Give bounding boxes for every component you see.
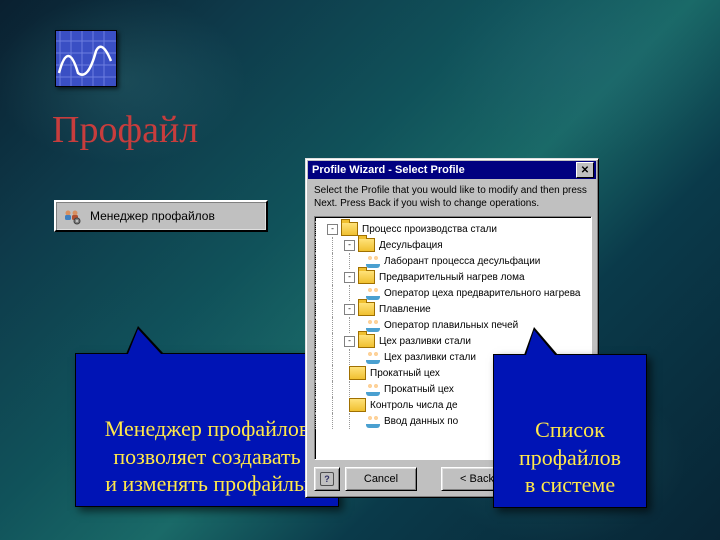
tree-toggle-icon[interactable]: - (344, 272, 355, 283)
tree-item-label: Прокатный цех (369, 368, 440, 379)
callout-right-text: Список профайлов в системе (519, 417, 621, 497)
user-role-icon (366, 318, 380, 332)
folder-icon (358, 334, 375, 348)
tree-item-label: Лаборант процесса десульфации (383, 256, 540, 267)
tree-folder[interactable]: - Плавление (315, 301, 591, 317)
help-button[interactable]: ? (314, 467, 340, 491)
tree-folder[interactable]: - Предварительный нагрев лома (315, 269, 591, 285)
user-role-icon (366, 350, 380, 364)
tree-toggle-icon[interactable]: - (344, 304, 355, 315)
tree-item-label: Цех разливки стали (378, 336, 471, 347)
tree-toggle-icon[interactable]: - (327, 224, 338, 235)
close-icon: ✕ (581, 165, 589, 176)
tree-item-label: Оператор цеха предварительного нагрева (383, 288, 580, 299)
callout-left-text: Менеджер профайлов позволяет создавать и… (105, 416, 310, 496)
tree-item-label: Цех разливки стали (383, 352, 476, 363)
user-role-icon (366, 382, 380, 396)
tree-role[interactable]: Лаборант процесса десульфации (315, 253, 591, 269)
folder-icon (349, 398, 366, 412)
profile-manager-label: Менеджер профайлов (90, 209, 215, 223)
tree-item-label: Десульфация (378, 240, 443, 251)
folder-icon (341, 222, 358, 236)
user-role-icon (366, 254, 380, 268)
tree-folder[interactable]: - Процесс производства стали (315, 221, 591, 237)
tree-toggle-icon[interactable]: - (344, 336, 355, 347)
wizard-instruction: Select the Profile that you would like t… (314, 185, 590, 210)
app-logo (55, 30, 117, 87)
close-button[interactable]: ✕ (576, 162, 594, 178)
tree-folder[interactable]: - Десульфация (315, 237, 591, 253)
user-role-icon (366, 286, 380, 300)
help-icon: ? (320, 472, 334, 486)
page-title: Профайл (52, 108, 198, 152)
cancel-button[interactable]: Cancel (345, 467, 417, 491)
tree-item-label: Ввод данных по (383, 416, 458, 427)
profile-manager-button[interactable]: Менеджер профайлов (54, 200, 268, 232)
tree-item-label: Оператор плавильных печей (383, 320, 518, 331)
tree-role[interactable]: Оператор цеха предварительного нагрева (315, 285, 591, 301)
folder-icon (358, 270, 375, 284)
folder-icon (358, 302, 375, 316)
tree-item-label: Прокатный цех (383, 384, 454, 395)
people-cog-icon (62, 206, 82, 226)
user-role-icon (366, 414, 380, 428)
tree-toggle-icon[interactable]: - (344, 240, 355, 251)
tree-item-label: Контроль числа де (369, 400, 458, 411)
callout-mgr-description: Менеджер профайлов позволяет создавать и… (75, 353, 339, 507)
tree-item-label: Процесс производства стали (361, 224, 497, 235)
callout-list-description: Список профайлов в системе (493, 354, 647, 508)
wizard-title-text: Profile Wizard - Select Profile (312, 164, 465, 176)
titlebar[interactable]: Profile Wizard - Select Profile ✕ (308, 161, 596, 179)
folder-icon (349, 366, 366, 380)
folder-icon (358, 238, 375, 252)
tree-item-label: Предварительный нагрев лома (378, 272, 525, 283)
tree-item-label: Плавление (378, 304, 431, 315)
